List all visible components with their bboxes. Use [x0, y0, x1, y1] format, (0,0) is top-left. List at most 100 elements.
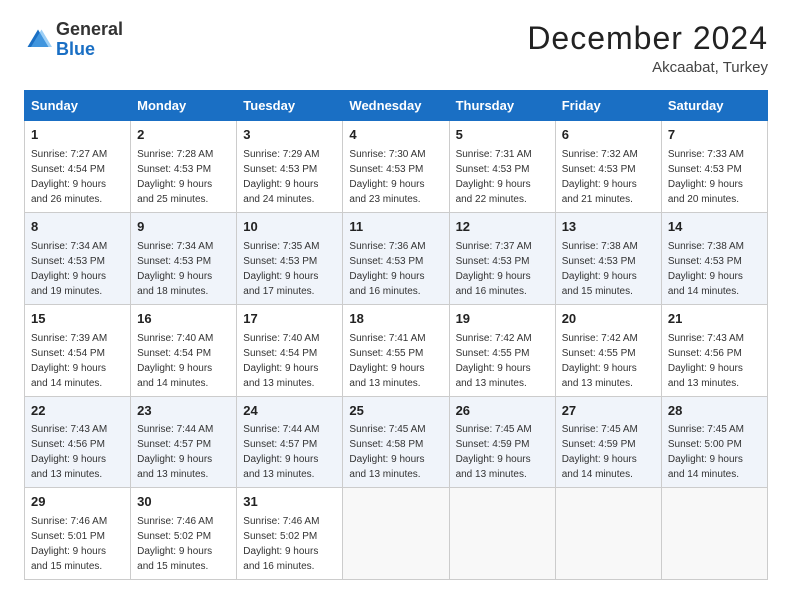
- day-number: 16: [137, 310, 230, 329]
- day-info: Sunrise: 7:45 AMSunset: 4:58 PMDaylight:…: [349, 422, 442, 482]
- day-info: Sunrise: 7:35 AMSunset: 4:53 PMDaylight:…: [243, 239, 336, 299]
- day-cell-7: 7 Sunrise: 7:33 AMSunset: 4:53 PMDaylight…: [661, 121, 767, 213]
- weekday-header-saturday: Saturday: [661, 91, 767, 121]
- logo: General Blue: [24, 20, 123, 60]
- day-info: Sunrise: 7:45 AMSunset: 5:00 PMDaylight:…: [668, 422, 761, 482]
- day-number: 20: [562, 310, 655, 329]
- day-info: Sunrise: 7:46 AMSunset: 5:02 PMDaylight:…: [137, 514, 230, 574]
- day-cell-11: 11 Sunrise: 7:36 AMSunset: 4:53 PMDayligh…: [343, 212, 449, 304]
- day-number: 28: [668, 402, 761, 421]
- day-info: Sunrise: 7:30 AMSunset: 4:53 PMDaylight:…: [349, 147, 442, 207]
- day-number: 14: [668, 218, 761, 237]
- day-cell-15: 15 Sunrise: 7:39 AMSunset: 4:54 PMDayligh…: [25, 304, 131, 396]
- day-info: Sunrise: 7:42 AMSunset: 4:55 PMDaylight:…: [562, 331, 655, 391]
- day-number: 11: [349, 218, 442, 237]
- empty-cell: [661, 488, 767, 580]
- day-info: Sunrise: 7:36 AMSunset: 4:53 PMDaylight:…: [349, 239, 442, 299]
- day-cell-29: 29 Sunrise: 7:46 AMSunset: 5:01 PMDayligh…: [25, 488, 131, 580]
- day-info: Sunrise: 7:31 AMSunset: 4:53 PMDaylight:…: [456, 147, 549, 207]
- day-number: 26: [456, 402, 549, 421]
- day-number: 7: [668, 126, 761, 145]
- day-info: Sunrise: 7:45 AMSunset: 4:59 PMDaylight:…: [562, 422, 655, 482]
- day-number: 27: [562, 402, 655, 421]
- empty-cell: [555, 488, 661, 580]
- day-cell-28: 28Sunrise: 7:45 AMSunset: 5:00 PMDayligh…: [661, 396, 767, 488]
- weekday-header-row: SundayMondayTuesdayWednesdayThursdayFrid…: [25, 91, 768, 121]
- day-number: 12: [456, 218, 549, 237]
- day-number: 8: [31, 218, 124, 237]
- day-number: 30: [137, 493, 230, 512]
- day-info: Sunrise: 7:40 AMSunset: 4:54 PMDaylight:…: [243, 331, 336, 391]
- day-info: Sunrise: 7:37 AMSunset: 4:53 PMDaylight:…: [456, 239, 549, 299]
- day-cell-27: 27Sunrise: 7:45 AMSunset: 4:59 PMDayligh…: [555, 396, 661, 488]
- logo-icon: [24, 26, 52, 54]
- day-number: 15: [31, 310, 124, 329]
- weekday-header-sunday: Sunday: [25, 91, 131, 121]
- day-cell-21: 21Sunrise: 7:43 AMSunset: 4:56 PMDayligh…: [661, 304, 767, 396]
- title-location: Akcaabat, Turkey: [527, 59, 768, 76]
- day-info: Sunrise: 7:39 AMSunset: 4:54 PMDaylight:…: [31, 331, 124, 391]
- day-info: Sunrise: 7:46 AMSunset: 5:02 PMDaylight:…: [243, 514, 336, 574]
- day-info: Sunrise: 7:38 AMSunset: 4:53 PMDaylight:…: [668, 239, 761, 299]
- day-number: 2: [137, 126, 230, 145]
- day-number: 29: [31, 493, 124, 512]
- weekday-header-tuesday: Tuesday: [237, 91, 343, 121]
- week-row-1: 1Sunrise: 7:27 AMSunset: 4:54 PMDaylight…: [25, 121, 768, 213]
- day-cell-13: 13Sunrise: 7:38 AMSunset: 4:53 PMDayligh…: [555, 212, 661, 304]
- logo-blue: Blue: [56, 40, 123, 60]
- logo-general: General: [56, 20, 123, 40]
- day-number: 9: [137, 218, 230, 237]
- week-row-3: 15 Sunrise: 7:39 AMSunset: 4:54 PMDayligh…: [25, 304, 768, 396]
- day-cell-8: 8 Sunrise: 7:34 AMSunset: 4:53 PMDaylight…: [25, 212, 131, 304]
- weekday-header-wednesday: Wednesday: [343, 91, 449, 121]
- day-number: 13: [562, 218, 655, 237]
- day-number: 17: [243, 310, 336, 329]
- day-cell-4: 4 Sunrise: 7:30 AMSunset: 4:53 PMDaylight…: [343, 121, 449, 213]
- day-number: 3: [243, 126, 336, 145]
- week-row-2: 8 Sunrise: 7:34 AMSunset: 4:53 PMDaylight…: [25, 212, 768, 304]
- day-cell-9: 9 Sunrise: 7:34 AMSunset: 4:53 PMDaylight…: [131, 212, 237, 304]
- day-number: 10: [243, 218, 336, 237]
- day-info: Sunrise: 7:27 AMSunset: 4:54 PMDaylight:…: [31, 147, 124, 207]
- week-row-5: 29 Sunrise: 7:46 AMSunset: 5:01 PMDayligh…: [25, 488, 768, 580]
- day-info: Sunrise: 7:42 AMSunset: 4:55 PMDaylight:…: [456, 331, 549, 391]
- day-number: 19: [456, 310, 549, 329]
- day-info: Sunrise: 7:29 AMSunset: 4:53 PMDaylight:…: [243, 147, 336, 207]
- weekday-header-thursday: Thursday: [449, 91, 555, 121]
- day-number: 22: [31, 402, 124, 421]
- day-cell-23: 23Sunrise: 7:44 AMSunset: 4:57 PMDayligh…: [131, 396, 237, 488]
- day-info: Sunrise: 7:34 AMSunset: 4:53 PMDaylight:…: [137, 239, 230, 299]
- day-cell-2: 2 Sunrise: 7:28 AMSunset: 4:53 PMDaylight…: [131, 121, 237, 213]
- day-cell-12: 12 Sunrise: 7:37 AMSunset: 4:53 PMDayligh…: [449, 212, 555, 304]
- empty-cell: [343, 488, 449, 580]
- calendar: SundayMondayTuesdayWednesdayThursdayFrid…: [24, 90, 768, 580]
- empty-cell: [449, 488, 555, 580]
- day-info: Sunrise: 7:34 AMSunset: 4:53 PMDaylight:…: [31, 239, 124, 299]
- day-cell-31: 31Sunrise: 7:46 AMSunset: 5:02 PMDayligh…: [237, 488, 343, 580]
- day-number: 23: [137, 402, 230, 421]
- day-info: Sunrise: 7:44 AMSunset: 4:57 PMDaylight:…: [137, 422, 230, 482]
- day-cell-22: 22Sunrise: 7:43 AMSunset: 4:56 PMDayligh…: [25, 396, 131, 488]
- day-number: 24: [243, 402, 336, 421]
- day-info: Sunrise: 7:32 AMSunset: 4:53 PMDaylight:…: [562, 147, 655, 207]
- day-number: 5: [456, 126, 549, 145]
- day-cell-24: 24Sunrise: 7:44 AMSunset: 4:57 PMDayligh…: [237, 396, 343, 488]
- day-number: 6: [562, 126, 655, 145]
- weekday-header-monday: Monday: [131, 91, 237, 121]
- logo-text: General Blue: [56, 20, 123, 60]
- day-info: Sunrise: 7:45 AMSunset: 4:59 PMDaylight:…: [456, 422, 549, 482]
- day-number: 4: [349, 126, 442, 145]
- page: General Blue December 2024 Akcaabat, Tur…: [0, 0, 792, 600]
- title-block: December 2024 Akcaabat, Turkey: [527, 20, 768, 76]
- day-cell-10: 10 Sunrise: 7:35 AMSunset: 4:53 PMDayligh…: [237, 212, 343, 304]
- day-info: Sunrise: 7:33 AMSunset: 4:53 PMDaylight:…: [668, 147, 761, 207]
- day-info: Sunrise: 7:46 AMSunset: 5:01 PMDaylight:…: [31, 514, 124, 574]
- day-info: Sunrise: 7:28 AMSunset: 4:53 PMDaylight:…: [137, 147, 230, 207]
- day-cell-17: 17 Sunrise: 7:40 AMSunset: 4:54 PMDayligh…: [237, 304, 343, 396]
- day-info: Sunrise: 7:44 AMSunset: 4:57 PMDaylight:…: [243, 422, 336, 482]
- day-cell-3: 3 Sunrise: 7:29 AMSunset: 4:53 PMDaylight…: [237, 121, 343, 213]
- day-cell-26: 26Sunrise: 7:45 AMSunset: 4:59 PMDayligh…: [449, 396, 555, 488]
- day-info: Sunrise: 7:41 AMSunset: 4:55 PMDaylight:…: [349, 331, 442, 391]
- title-month: December 2024: [527, 20, 768, 57]
- weekday-header-friday: Friday: [555, 91, 661, 121]
